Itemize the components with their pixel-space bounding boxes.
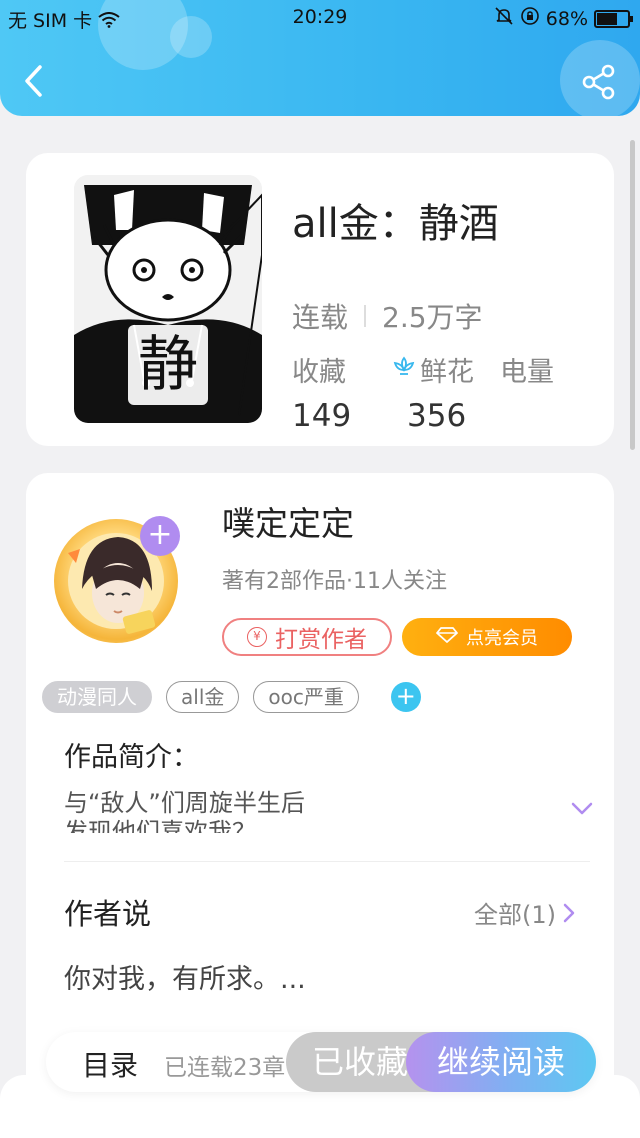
add-tag-button[interactable]: +	[390, 682, 421, 712]
author-card: + 噗定定定 著有2部作品·11人关注 ¥ 打赏作者 点亮会员 动漫同人 all…	[26, 473, 614, 1113]
tip-author-label: 打赏作者	[275, 627, 367, 653]
cover-calligraphy: 静	[128, 325, 208, 405]
book-status-row: 连载 2.5万字	[292, 296, 483, 336]
chevron-right-icon	[563, 903, 575, 922]
word-count: 2.5万字	[382, 301, 483, 334]
flower-icon	[392, 354, 416, 385]
toc-count[interactable]: 已连载23章	[164, 1048, 304, 1082]
book-info-card: 静 all金：静酒 连载 2.5万字 收藏 鲜花 电量 149 356	[26, 153, 614, 446]
author-says-label: 作者说	[64, 897, 152, 931]
favorites-label: 收藏	[292, 357, 346, 388]
author-says-all-label: 全部(1)	[474, 901, 556, 929]
book-title: all金：静酒	[292, 201, 499, 247]
favorites-count: 149	[292, 398, 352, 434]
battery-icon	[594, 9, 633, 28]
tag-item[interactable]: ooc严重	[253, 681, 359, 713]
header: 无 SIM 卡 20:29 68%	[0, 0, 640, 116]
stats-labels: 收藏 鲜花 电量	[292, 350, 554, 389]
battery-level	[597, 12, 618, 25]
scrollbar[interactable]	[630, 140, 635, 450]
author-says-text[interactable]: 你对我，有所求。...	[64, 957, 306, 996]
toc-button[interactable]: 目录	[82, 1044, 138, 1084]
flowers-label: 鲜花	[420, 357, 474, 388]
author-says-all-link[interactable]: 全部(1)	[474, 895, 576, 930]
continue-reading-button[interactable]: 继续阅读	[406, 1032, 596, 1092]
rotation-lock-icon	[520, 6, 540, 31]
vip-label: 点亮会员	[466, 628, 538, 649]
mute-bell-icon	[494, 6, 514, 31]
author-name[interactable]: 噗定定定	[222, 497, 354, 545]
chevron-down-icon	[571, 802, 593, 815]
divider	[364, 305, 367, 327]
intro-text[interactable]: 与“敌人”们周旋半生后 发现他们喜欢我？	[64, 789, 524, 833]
tag-item[interactable]: all金	[166, 681, 240, 713]
intro-text-content: 与“敌人”们周旋半生后 发现他们喜欢我？	[64, 789, 305, 833]
serial-status: 连载	[292, 301, 349, 334]
bottom-action-bar: 目录 已连载23章 已收藏 继续阅读	[46, 1032, 596, 1092]
battery-percent: 68%	[545, 7, 588, 30]
intro-label: 作品简介：	[64, 742, 199, 773]
divider	[64, 861, 590, 862]
tip-author-button[interactable]: ¥ 打赏作者	[222, 618, 392, 656]
chevron-left-icon	[25, 65, 42, 97]
status-bar: 无 SIM 卡 20:29 68%	[0, 0, 640, 36]
power-label: 电量	[500, 357, 554, 388]
vip-button[interactable]: 点亮会员	[402, 618, 572, 656]
tag-list: 动漫同人 all金 ooc严重 +	[42, 681, 421, 713]
diamond-icon	[436, 626, 458, 649]
follow-author-button[interactable]: +	[140, 516, 180, 556]
share-button[interactable]	[580, 62, 620, 102]
flowers-count: 356	[407, 398, 467, 434]
share-icon	[582, 64, 615, 100]
coin-icon: ¥	[247, 627, 267, 647]
status-right: 68%	[494, 6, 633, 31]
author-meta: 著有2部作品·11人关注	[222, 569, 447, 594]
expand-intro-button[interactable]	[571, 801, 593, 815]
book-cover[interactable]: 静	[74, 175, 262, 423]
tag-item[interactable]: 动漫同人	[42, 681, 152, 713]
back-button[interactable]	[18, 62, 52, 100]
stats-values: 149 356	[292, 398, 466, 434]
